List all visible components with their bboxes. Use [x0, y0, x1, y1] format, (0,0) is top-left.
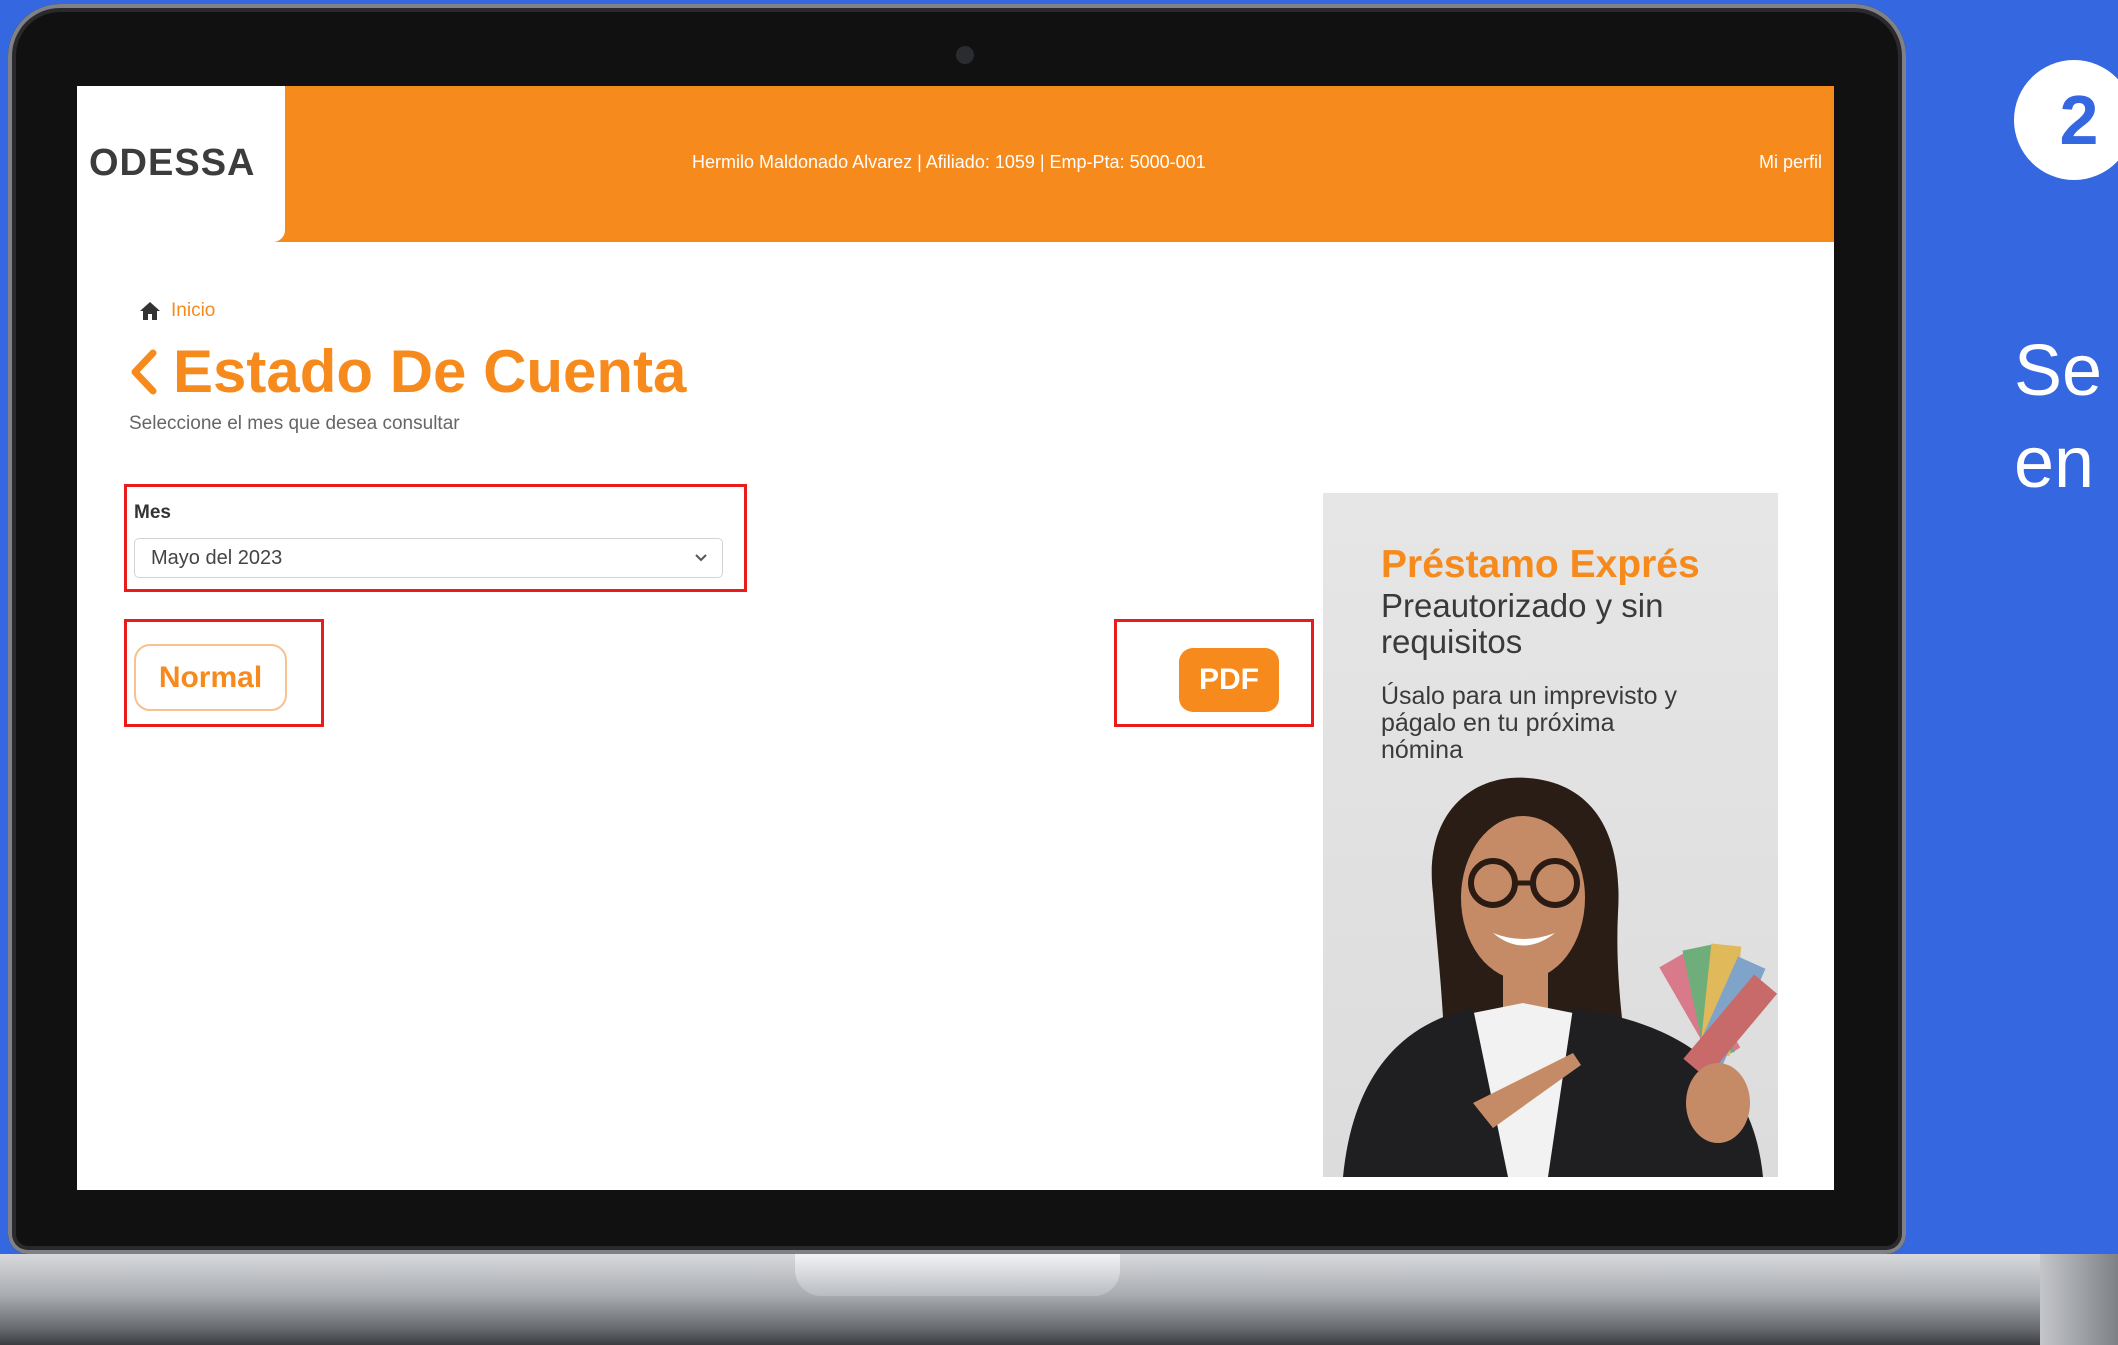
- instruction-line-2: en: [2014, 423, 2095, 503]
- instruction-line-1: Se: [2014, 331, 2103, 411]
- logo-tab: ODESSA: [77, 86, 285, 242]
- camera-dot: [956, 46, 974, 64]
- page-title-text: Estado De Cuenta: [173, 338, 687, 405]
- home-icon: [140, 302, 160, 320]
- woman-with-money-image: [1343, 777, 1778, 1177]
- ad-note: Úsalo para un imprevisto y págalo en tu …: [1381, 682, 1677, 764]
- pdf-button[interactable]: PDF: [1179, 648, 1279, 712]
- loan-ad-banner[interactable]: Préstamo Exprés Preautorizado y sin requ…: [1323, 493, 1778, 1177]
- odessa-logo[interactable]: ODESSA: [89, 142, 255, 185]
- page-subtitle: Seleccione el mes que desea consultar: [129, 413, 460, 434]
- ad-subtitle: Preautorizado y sin requisitos: [1381, 587, 1664, 660]
- month-label: Mes: [134, 502, 171, 523]
- user-info: Hermilo Maldonado Alvarez | Afiliado: 10…: [692, 152, 1206, 172]
- instruction-text: Se en: [2014, 325, 2102, 509]
- browser-screen: ODESSA Hermilo Maldonado Alvarez | Afili…: [77, 86, 1834, 1190]
- ad-title: Préstamo Exprés: [1381, 543, 1700, 586]
- page-title: Estado De Cuenta: [129, 334, 686, 410]
- month-select[interactable]: Mayo del 2023: [134, 538, 723, 578]
- month-select-value: Mayo del 2023: [151, 546, 283, 569]
- laptop-base-edge: [2040, 1254, 2118, 1345]
- step-number-badge: 2: [2014, 60, 2118, 180]
- chevron-down-icon: [695, 554, 707, 562]
- laptop-base-notch: [795, 1254, 1120, 1296]
- breadcrumb-home-label[interactable]: Inicio: [171, 300, 215, 322]
- breadcrumb[interactable]: Inicio: [139, 300, 215, 322]
- normal-button[interactable]: Normal: [134, 644, 287, 711]
- profile-link[interactable]: Mi perfil: [1759, 152, 1822, 173]
- app-header: ODESSA Hermilo Maldonado Alvarez | Afili…: [77, 86, 1834, 242]
- chevron-left-icon[interactable]: [129, 349, 159, 395]
- laptop-base: [0, 1254, 2118, 1345]
